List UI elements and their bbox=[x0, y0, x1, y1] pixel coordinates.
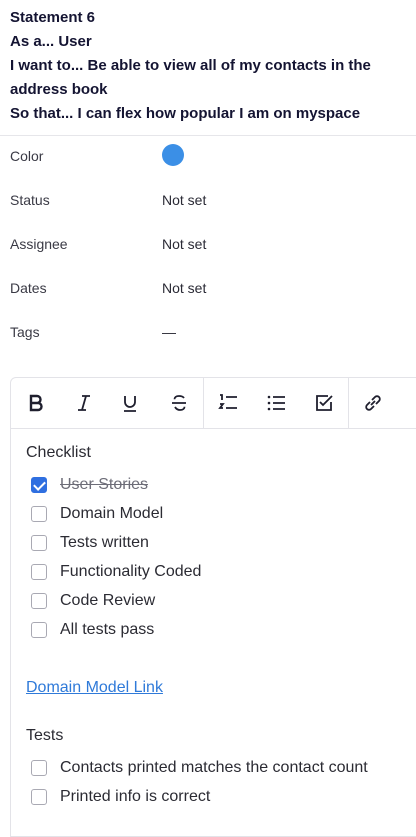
color-label: Color bbox=[10, 148, 44, 164]
status-value[interactable]: Not set bbox=[162, 192, 206, 208]
italic-button[interactable] bbox=[71, 390, 97, 416]
checklist-item-label: User Stories bbox=[60, 476, 149, 493]
toolbar-separator bbox=[203, 378, 204, 428]
assignee-label: Assignee bbox=[10, 236, 68, 252]
checklist-icon bbox=[316, 395, 333, 411]
checkbox[interactable] bbox=[31, 564, 47, 580]
domain-model-link[interactable]: Domain Model Link bbox=[26, 679, 163, 697]
checkbox[interactable] bbox=[31, 789, 47, 805]
bullet-list-icon bbox=[267, 395, 285, 411]
bold-icon bbox=[29, 394, 43, 412]
numbered-list-button[interactable] bbox=[215, 390, 241, 416]
color-swatch[interactable] bbox=[162, 144, 184, 166]
dates-value[interactable]: Not set bbox=[162, 280, 206, 296]
status-label: Status bbox=[10, 192, 50, 208]
checklist-item[interactable]: Domain Model bbox=[31, 505, 411, 525]
assignee-value[interactable]: Not set bbox=[162, 236, 206, 252]
strikethrough-icon bbox=[172, 395, 186, 411]
property-status[interactable]: Status Not set bbox=[0, 190, 416, 212]
checkbox[interactable] bbox=[31, 593, 47, 609]
link-icon bbox=[365, 395, 381, 411]
checklist-item-label: Functionality Coded bbox=[60, 563, 202, 580]
test-item-label: Contacts printed matches the contact cou… bbox=[60, 759, 368, 776]
property-dates[interactable]: Dates Not set bbox=[0, 278, 416, 300]
checkbox[interactable] bbox=[31, 535, 47, 551]
bold-button[interactable] bbox=[23, 390, 49, 416]
checklist-item[interactable]: Code Review bbox=[31, 592, 411, 612]
checklist-heading: Checklist bbox=[26, 444, 91, 461]
statement-block: Statement 6 As a... User I want to... Be… bbox=[0, 0, 416, 135]
property-color[interactable]: Color bbox=[0, 144, 416, 168]
checkbox[interactable] bbox=[31, 760, 47, 776]
checklist-item-label: All tests pass bbox=[60, 621, 155, 638]
editor-toolbar bbox=[11, 378, 416, 429]
link-button[interactable] bbox=[360, 390, 386, 416]
checkbox[interactable] bbox=[31, 477, 47, 493]
checkbox[interactable] bbox=[31, 622, 47, 638]
checklist-item[interactable]: User Stories bbox=[31, 476, 411, 496]
bullet-list-button[interactable] bbox=[263, 390, 289, 416]
test-item-label: Printed info is correct bbox=[60, 788, 211, 805]
property-tags[interactable]: Tags — bbox=[0, 322, 416, 344]
numbered-list-icon bbox=[218, 394, 237, 409]
toolbar-separator bbox=[348, 378, 349, 428]
checklist-item-label: Domain Model bbox=[60, 505, 164, 522]
checklist-item[interactable]: All tests pass bbox=[31, 621, 411, 641]
properties-panel: Color Status Not set Assignee Not set Da… bbox=[0, 136, 416, 370]
checklist-button[interactable] bbox=[311, 390, 337, 416]
underline-button[interactable] bbox=[117, 390, 143, 416]
checkbox[interactable] bbox=[31, 506, 47, 522]
tags-label: Tags bbox=[10, 324, 40, 340]
statement-so-that: So that... I can flex how popular I am o… bbox=[10, 105, 361, 122]
checklist-item-label: Code Review bbox=[60, 592, 156, 609]
checklist-item[interactable]: Functionality Coded bbox=[31, 563, 411, 583]
description-editor[interactable]: Checklist User Stories Domain Model Test… bbox=[10, 377, 416, 837]
tags-value[interactable]: — bbox=[162, 324, 176, 340]
italic-icon bbox=[78, 395, 90, 411]
statement-as-a: As a... User bbox=[10, 33, 92, 50]
statement-i-want: I want to... Be able to view all of my c… bbox=[10, 57, 371, 98]
tests-heading: Tests bbox=[26, 727, 64, 744]
test-item[interactable]: Contacts printed matches the contact cou… bbox=[31, 759, 411, 779]
test-item[interactable]: Printed info is correct bbox=[31, 788, 411, 808]
strikethrough-button[interactable] bbox=[166, 390, 192, 416]
statement-title: Statement 6 bbox=[10, 9, 96, 26]
checklist-item[interactable]: Tests written bbox=[31, 534, 411, 554]
property-assignee[interactable]: Assignee Not set bbox=[0, 234, 416, 256]
dates-label: Dates bbox=[10, 280, 47, 296]
checklist-item-label: Tests written bbox=[60, 534, 149, 551]
underline-icon bbox=[124, 396, 136, 412]
